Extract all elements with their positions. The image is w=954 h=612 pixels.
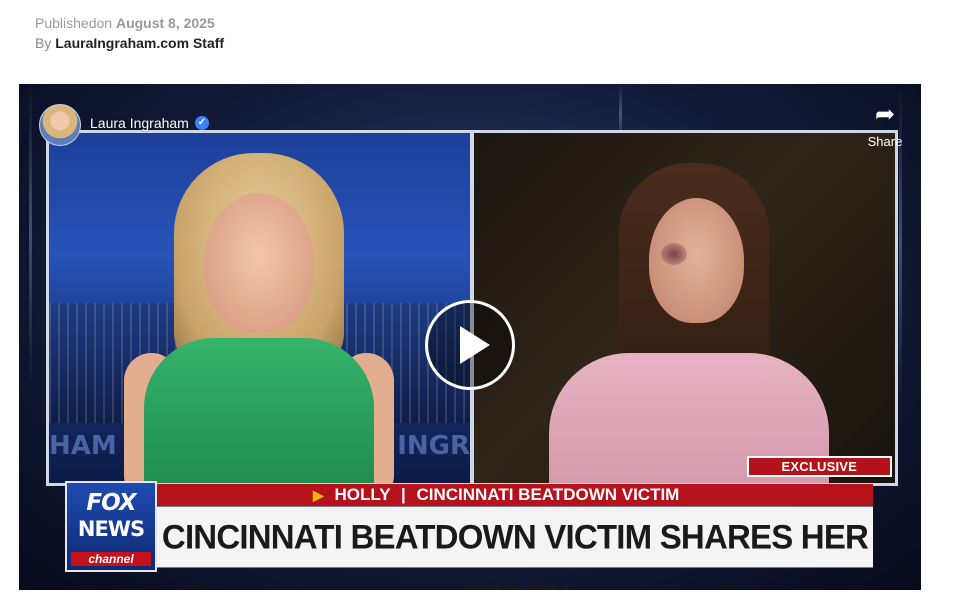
- chyron-headline: CINCINNATI BEATDOWN VICTIM SHARES HER ST…: [157, 506, 873, 590]
- backdrop-wall-text-left: HAM: [49, 431, 117, 461]
- byline: By LauraIngraham.com Staff: [35, 33, 224, 53]
- published-line: Publishedon August 8, 2025: [35, 13, 224, 33]
- chyron-separator: |: [401, 485, 406, 504]
- author-link[interactable]: LauraIngraham.com Staff: [55, 35, 224, 51]
- host-figure: [124, 153, 394, 483]
- published-prefix: Publishedon: [35, 15, 113, 31]
- chyron-arrow-icon: ▶: [313, 487, 324, 503]
- by-prefix: By: [35, 35, 52, 51]
- verified-check-icon: ✓: [195, 116, 209, 130]
- guest-figure: [549, 163, 829, 483]
- channel-name[interactable]: Laura Ingraham: [90, 115, 189, 131]
- fox-news-logo: FOX NEWS channel: [65, 481, 157, 572]
- video-player[interactable]: HAM INGR EXCLUSIVE Laura Ingraham ✓ ➦ Sh…: [19, 84, 921, 590]
- chyron-name-bar: ▶ HOLLY | CINCINNATI BEATDOWN VICTIM: [157, 484, 873, 506]
- share-button[interactable]: ➦ Share: [861, 101, 909, 150]
- logo-news-text: NEWS: [77, 517, 145, 541]
- backdrop-wall-text-right: INGR: [397, 431, 470, 461]
- logo-channel-text: channel: [71, 552, 151, 566]
- logo-fox-text: FOX: [86, 490, 136, 516]
- host-video-panel: HAM INGR: [46, 130, 473, 486]
- guest-video-panel: EXCLUSIVE: [471, 130, 898, 486]
- play-button[interactable]: [425, 300, 515, 390]
- host-face: [204, 193, 314, 333]
- channel-avatar[interactable]: [39, 104, 81, 146]
- exclusive-badge: EXCLUSIVE: [746, 456, 892, 477]
- news-lower-third: FOX NEWS channel ▶ HOLLY | CINCINNATI BE…: [65, 481, 875, 590]
- published-date: August 8, 2025: [115, 15, 215, 31]
- background-light-streak: [29, 84, 32, 384]
- host-blouse: [144, 338, 374, 483]
- chyron-guest-tag: CINCINNATI BEATDOWN VICTIM: [416, 485, 680, 504]
- guest-bruise: [661, 243, 687, 265]
- article-meta: Publishedon August 8, 2025 By LauraIngra…: [35, 13, 224, 53]
- share-label: Share: [867, 134, 903, 149]
- chyron-guest-name: HOLLY: [334, 485, 391, 504]
- share-arrow-icon: ➦: [874, 101, 896, 128]
